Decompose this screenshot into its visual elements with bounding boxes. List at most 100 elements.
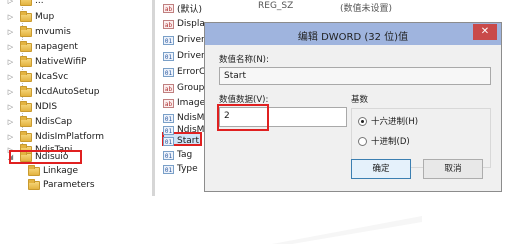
tree-item-partial[interactable]: ▷ ... (6, 0, 44, 8)
radio-unselected-icon[interactable] (358, 136, 367, 146)
tree-item-label: Mup (35, 12, 55, 22)
dialog-titlebar[interactable]: 编辑 DWORD (32 位)值 ✕ (205, 23, 501, 45)
tree-item-napagent[interactable]: ▷ napagent (6, 40, 78, 54)
folder-icon (28, 164, 40, 176)
binary-value-icon: 01 (163, 35, 174, 45)
base-label: 基数 (351, 95, 369, 105)
tree-item-label: NDIS (35, 102, 58, 112)
folder-icon (20, 10, 32, 22)
value-row[interactable]: ab Image (163, 96, 205, 110)
value-row-start[interactable]: 01 Start (163, 134, 199, 148)
value-row[interactable]: 01 ErrorC (163, 65, 205, 79)
folder-icon (20, 100, 32, 112)
folder-icon (20, 130, 32, 142)
tree-item-ndis[interactable]: ▷ NDIS (6, 100, 57, 114)
binary-value-icon: 01 (163, 113, 174, 123)
value-name: DriverI (177, 51, 208, 61)
tree-item-label: NcaSvc (35, 72, 69, 82)
header-type: REG_SZ (258, 1, 294, 11)
value-row[interactable]: ab Displa (163, 17, 205, 31)
highlight-frame-value-data (217, 104, 269, 131)
cancel-button[interactable]: 取消 (423, 159, 483, 179)
radio-decimal[interactable]: 十进制(D) (358, 135, 410, 147)
tree-item-ndiscap[interactable]: ▷ NdisCap (6, 115, 72, 129)
expand-arrow-icon[interactable]: ▷ (6, 0, 15, 5)
radio-decimal-label: 十进制(D) (371, 137, 410, 147)
value-row[interactable]: ab Group (163, 81, 204, 95)
tree-item-label: NdisImPlatform (35, 132, 105, 142)
expand-arrow-icon[interactable]: ▷ (6, 103, 15, 111)
tree-item-nativewifip[interactable]: ▷ NativeWifiP (6, 55, 86, 69)
folder-icon (20, 115, 32, 127)
folder-icon (20, 55, 32, 67)
folder-icon (20, 25, 32, 37)
tree-item-ncasvc[interactable]: ▷ NcaSvc (6, 70, 68, 84)
tree-item-label: Parameters (43, 180, 95, 190)
binary-value-icon: 01 (163, 51, 174, 61)
value-name: Type (177, 164, 198, 174)
tree-item-mvumis[interactable]: ▷ mvumis (6, 25, 71, 39)
string-value-icon: ab (163, 3, 174, 13)
folder-icon (20, 0, 32, 6)
radio-hex-label: 十六进制(H) (371, 117, 419, 127)
tree-item-parameters[interactable]: Parameters (28, 178, 95, 192)
tree-item-label: ... (35, 0, 44, 6)
radio-hex[interactable]: 十六进制(H) (358, 115, 418, 127)
value-row[interactable]: 01 Tag (163, 148, 192, 162)
tree-item-label: mvumis (35, 27, 71, 37)
expand-arrow-icon[interactable]: ▷ (6, 13, 15, 21)
binary-value-icon: 01 (163, 150, 174, 160)
ok-button[interactable]: 确定 (351, 159, 411, 179)
value-name: Start (177, 136, 199, 146)
value-name: Image (177, 98, 206, 108)
expand-arrow-icon[interactable]: ▷ (6, 118, 15, 126)
tree-item-ncdautosetup[interactable]: ▷ NcdAutoSetup (6, 85, 100, 99)
edit-dword-dialog: 编辑 DWORD (32 位)值 ✕ 数值名称(N): Start 数值数据(V… (204, 22, 502, 192)
tree-item-ndisimplatform[interactable]: ▷ NdisImPlatform (6, 130, 104, 144)
expand-arrow-icon[interactable]: ▷ (6, 73, 15, 81)
tree-item-linkage[interactable]: Linkage (28, 164, 78, 178)
tree-item-label: NativeWifiP (35, 57, 87, 67)
value-name: Group (177, 83, 205, 93)
watermark-graphic (272, 216, 422, 244)
folder-icon (28, 178, 40, 190)
value-row[interactable]: 01 DriverI (163, 49, 207, 63)
radio-selected-icon[interactable] (358, 116, 367, 126)
string-value-icon: ab (163, 19, 174, 29)
value-name: (默认) (177, 4, 203, 15)
folder-icon (20, 40, 32, 52)
folder-icon (20, 70, 32, 82)
tree-item-label: napagent (35, 42, 78, 52)
binary-value-icon: 01 (163, 136, 174, 146)
tree-item-mup[interactable]: ▷ Mup (6, 10, 54, 24)
value-row[interactable]: 01 Type (163, 162, 198, 176)
expand-arrow-icon[interactable]: ▷ (6, 133, 15, 141)
dialog-title: 编辑 DWORD (32 位)值 (297, 32, 409, 43)
value-row[interactable]: ab (默认) (163, 1, 202, 15)
close-button[interactable]: ✕ (473, 24, 497, 40)
value-name: ErrorC (177, 67, 206, 77)
binary-value-icon: 01 (163, 164, 174, 174)
expand-arrow-icon[interactable]: ▷ (6, 43, 15, 51)
string-value-icon: ab (163, 98, 174, 108)
value-row[interactable]: 01 DriverI (163, 33, 207, 47)
expand-arrow-icon[interactable]: ▷ (6, 28, 15, 36)
tree-item-label: NcdAutoSetup (35, 87, 100, 97)
value-name: DriverI (177, 35, 208, 45)
value-name: Tag (177, 150, 193, 160)
expand-arrow-icon[interactable]: ▷ (6, 88, 15, 96)
string-value-icon: ab (163, 83, 174, 93)
tree-item-label: NdisCap (35, 117, 73, 127)
folder-icon (20, 85, 32, 97)
highlight-frame-ndisuio (9, 150, 82, 164)
value-name: Displa (177, 19, 205, 29)
value-name-label: 数值名称(N): (219, 55, 269, 65)
tree-item-label: Linkage (43, 166, 79, 176)
expand-arrow-icon[interactable]: ▷ (6, 58, 15, 66)
header-data: (数值未设置) (340, 4, 393, 14)
registry-key-tree: ▷ ... ▷ Mup ▷ mvumis ▷ napagent ▷ Native… (0, 0, 150, 196)
pane-splitter[interactable] (152, 0, 155, 196)
binary-value-icon: 01 (163, 67, 174, 77)
value-name-field[interactable]: Start (219, 67, 491, 85)
value-name: NdisM (177, 113, 205, 123)
